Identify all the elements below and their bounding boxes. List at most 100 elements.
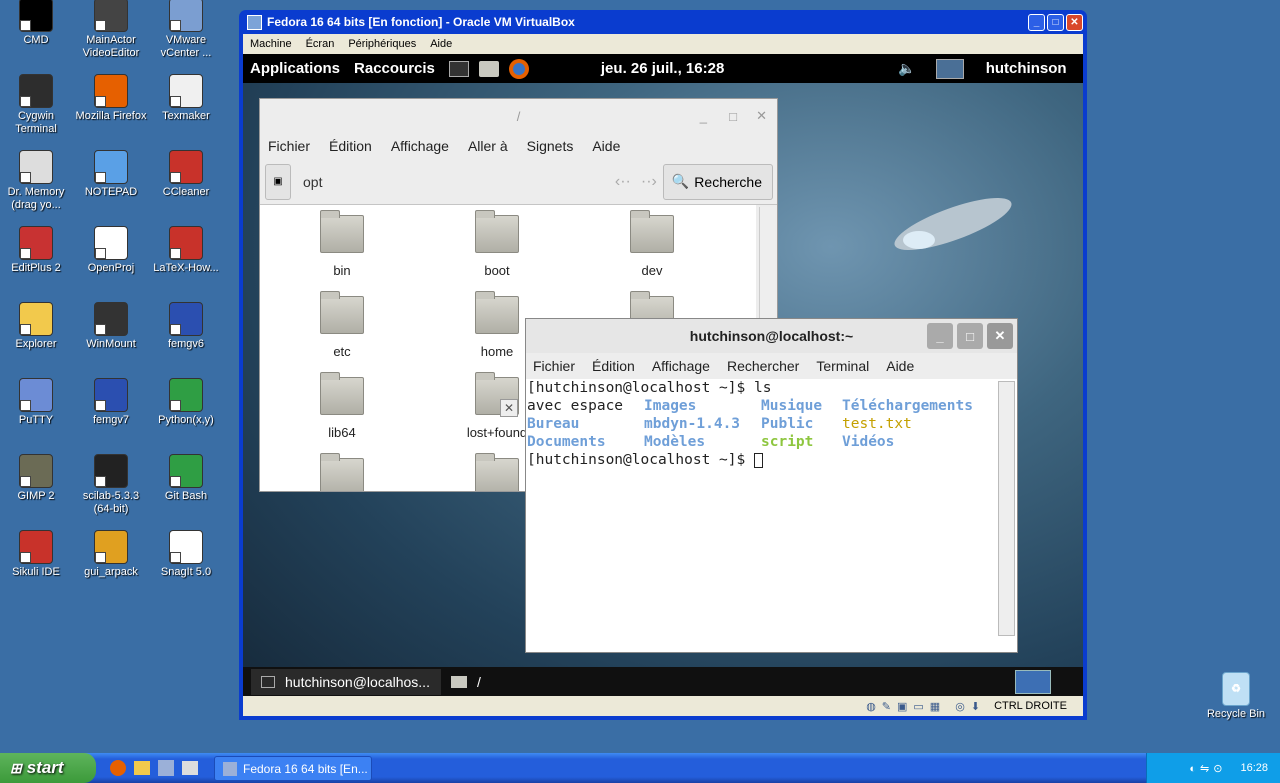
- applications-menu[interactable]: Applications: [250, 60, 340, 77]
- workspace-switcher[interactable]: [1015, 670, 1051, 694]
- desktop-icon[interactable]: MainActor VideoEditor: [73, 0, 149, 60]
- file-manager-titlebar[interactable]: / _ □ ✕: [260, 99, 777, 133]
- desktop-icon[interactable]: Dr. Memory (drag yo...: [0, 150, 74, 212]
- desktop-icon[interactable]: EditPlus 2: [0, 226, 74, 275]
- fm-minimize-button[interactable]: _: [700, 109, 707, 124]
- menu-ecran[interactable]: Écran: [299, 38, 342, 50]
- fm-menu-aide[interactable]: Aide: [592, 138, 620, 154]
- texmaker-icon: [169, 74, 203, 108]
- status-device-icons[interactable]: ◍✎▣▭▦ ◎⬇: [866, 700, 986, 713]
- desktop-icon[interactable]: scilab-5.3.3 (64-bit): [73, 454, 149, 516]
- desktop-icon[interactable]: LaTeX-How...: [148, 226, 224, 275]
- desktop-icon[interactable]: SnagIt 5.0: [148, 530, 224, 579]
- folder-item[interactable]: dev: [592, 210, 712, 278]
- minimize-button[interactable]: _: [1028, 13, 1045, 31]
- raccourcis-menu[interactable]: Raccourcis: [354, 60, 435, 77]
- menu-peripheriques[interactable]: Périphériques: [341, 38, 423, 50]
- openproj-icon: [94, 226, 128, 260]
- fm-menu-signets[interactable]: Signets: [527, 138, 574, 154]
- terminal-scrollbar[interactable]: [998, 381, 1015, 636]
- desktop-icon[interactable]: CCleaner: [148, 150, 224, 199]
- term-maximize-button[interactable]: □: [957, 323, 983, 349]
- desktop-icon[interactable]: GIMP 2: [0, 454, 74, 503]
- close-search-icon[interactable]: ✕: [500, 399, 518, 417]
- desktop-icon-label: SnagIt 5.0: [160, 566, 212, 578]
- maximize-button[interactable]: □: [1047, 13, 1064, 31]
- desktop-icon[interactable]: Git Bash: [148, 454, 224, 503]
- location-path[interactable]: opt: [303, 174, 615, 190]
- terminal-titlebar[interactable]: hutchinson@localhost:~ _ □ ✕: [526, 319, 1017, 353]
- location-toggle-button[interactable]: ▣: [265, 163, 291, 200]
- quicklaunch-explorer-icon[interactable]: [134, 761, 150, 775]
- terminal-output[interactable]: [hutchinson@localhost ~]$ ls avec espace…: [527, 379, 997, 651]
- fm-menu-aller[interactable]: Aller à: [468, 138, 508, 154]
- tray-icons[interactable]: ◐⇋⊙: [1189, 762, 1226, 775]
- task-files[interactable]: /: [441, 669, 491, 695]
- fm-close-button[interactable]: ✕: [756, 108, 767, 124]
- term-minimize-button[interactable]: _: [927, 323, 953, 349]
- desktop-icon[interactable]: gui_arpack: [73, 530, 149, 579]
- desktop-icon[interactable]: femgv7: [73, 378, 149, 427]
- cursor: [753, 452, 763, 468]
- quicklaunch-firefox-icon[interactable]: [110, 760, 126, 776]
- tray-clock[interactable]: 16:28: [1240, 762, 1268, 774]
- desktop-icon[interactable]: Mozilla Firefox: [73, 74, 149, 123]
- prompt-line-2: [hutchinson@localhost ~]$: [527, 451, 763, 469]
- network-icon[interactable]: [935, 58, 964, 79]
- desktop-icon[interactable]: femgv6: [148, 302, 224, 351]
- forward-arrow-icon[interactable]: ··›: [641, 173, 657, 191]
- folder-item[interactable]: etc: [282, 291, 402, 359]
- ls-item: Téléchargements: [842, 398, 973, 414]
- firefox-launcher-icon[interactable]: [508, 58, 529, 79]
- desktop-icon[interactable]: Cygwin Terminal: [0, 74, 74, 136]
- folder-label: lib64: [328, 425, 356, 440]
- taskbar-vbox-button[interactable]: Fedora 16 64 bits [En...: [214, 756, 372, 781]
- recycle-bin[interactable]: ♻ Recycle Bin: [1198, 672, 1274, 721]
- back-arrow-icon[interactable]: ‹··: [615, 173, 631, 191]
- task-terminal[interactable]: hutchinson@localhos...: [251, 669, 441, 695]
- desktop-icon[interactable]: NOTEPAD: [73, 150, 149, 199]
- task-terminal-label: hutchinson@localhos...: [285, 674, 430, 690]
- vbox-statusbar: ◍✎▣▭▦ ◎⬇ CTRL DROITE: [243, 696, 1083, 716]
- files-launcher-icon[interactable]: [478, 60, 499, 77]
- start-button[interactable]: ⊞ start: [0, 753, 96, 783]
- vbox-titlebar[interactable]: Fedora 16 64 bits [En fonction] - Oracle…: [243, 10, 1083, 34]
- vbox-app-icon: [247, 14, 262, 30]
- term-menu-fichier[interactable]: Fichier: [533, 358, 575, 374]
- term-menu-affichage[interactable]: Affichage: [652, 358, 710, 374]
- desktop-icon[interactable]: Explorer: [0, 302, 74, 351]
- term-menu-edition[interactable]: Édition: [592, 358, 635, 374]
- folder-item[interactable]: [282, 453, 402, 491]
- desktop-icon[interactable]: PuTTY: [0, 378, 74, 427]
- term-close-button[interactable]: ✕: [987, 323, 1013, 349]
- term-menu-aide[interactable]: Aide: [886, 358, 914, 374]
- fm-menu-fichier[interactable]: Fichier: [268, 138, 310, 154]
- folder-item[interactable]: boot: [437, 210, 557, 278]
- term-menu-terminal[interactable]: Terminal: [816, 358, 869, 374]
- quicklaunch-vbox-icon[interactable]: [158, 760, 174, 776]
- quicklaunch-snagit-icon[interactable]: [182, 761, 198, 775]
- menu-aide[interactable]: Aide: [423, 38, 459, 50]
- fm-menu-affichage[interactable]: Affichage: [391, 138, 449, 154]
- folder-item[interactable]: bin: [282, 210, 402, 278]
- term-menu-rechercher[interactable]: Rechercher: [727, 358, 799, 374]
- folder-icon: [630, 210, 674, 253]
- desktop-icon[interactable]: OpenProj: [73, 226, 149, 275]
- desktop-icon[interactable]: WinMount: [73, 302, 149, 351]
- fm-maximize-button[interactable]: □: [729, 109, 737, 124]
- folder-item[interactable]: lib64: [282, 372, 402, 440]
- desktop-icon[interactable]: Sikuli IDE: [0, 530, 74, 579]
- close-button[interactable]: ✕: [1066, 13, 1083, 31]
- volume-icon[interactable]: 🔈: [898, 60, 915, 77]
- ls-item: Bureau: [527, 416, 580, 432]
- menu-machine[interactable]: Machine: [243, 38, 299, 50]
- desktop-icon[interactable]: Python(x,y): [148, 378, 224, 427]
- desktop-icon[interactable]: VMware vCenter ...: [148, 0, 224, 60]
- search-button[interactable]: 🔍 Recherche: [662, 163, 773, 200]
- fm-menu-edition[interactable]: Édition: [329, 138, 372, 154]
- desktop-icon[interactable]: CMD: [0, 0, 74, 47]
- clock[interactable]: jeu. 26 juil., 16:28: [601, 60, 724, 77]
- user-menu[interactable]: hutchinson: [986, 60, 1067, 77]
- desktop-icon[interactable]: Texmaker: [148, 74, 224, 123]
- terminal-launcher-icon[interactable]: [448, 60, 469, 77]
